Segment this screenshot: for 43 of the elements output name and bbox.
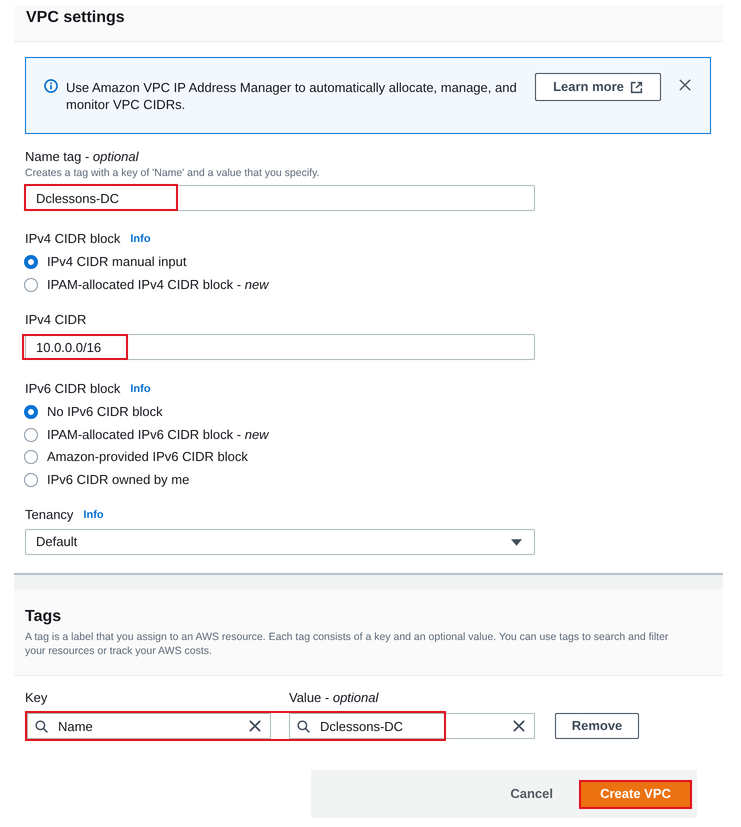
radio-button[interactable] (24, 278, 38, 292)
field-label: IPv6 CIDR block (25, 380, 120, 398)
field-label: IPv4 CIDR block (25, 230, 120, 248)
info-icon (44, 79, 58, 93)
radio-button[interactable] (24, 405, 38, 420)
remove-button[interactable]: Remove (555, 713, 639, 739)
radio-button[interactable] (24, 472, 38, 487)
radio-label[interactable]: IPv6 CIDR owned by me (47, 470, 190, 489)
info-link[interactable]: Info (83, 506, 104, 524)
search-field[interactable]: Dclessons-DC (289, 713, 535, 739)
clear-icon[interactable] (513, 720, 525, 732)
section-title: VPC settings (26, 8, 125, 28)
field-label: Tenancy (25, 506, 74, 524)
learn-more-button[interactable]: Learn more (535, 73, 661, 101)
close-icon[interactable] (679, 79, 691, 91)
section-title: Tags (25, 607, 62, 627)
text-field[interactable]: Dclessons-DC (25, 185, 535, 211)
field-description: Creates a tag with a key of 'Name' and a value that you specify. (25, 166, 320, 180)
radio-label[interactable]: IPAM-allocated IPv6 CIDR block - new (47, 426, 269, 444)
cancel-button[interactable]: Cancel (510, 784, 553, 804)
field-label: Value - optional (289, 689, 378, 707)
field-label: Name tag - optional (25, 148, 138, 166)
caret-down-icon (511, 538, 522, 546)
section-description: A tag is a label that you assign to an AWS resource. Each tag consists of a key and an optional value. You can use tags to search and filter your resources or track your AWS costs. (25, 630, 670, 658)
radio-label[interactable]: IPAM-allocated IPv4 CIDR block - new (47, 276, 269, 294)
radio-label[interactable]: IPv4 CIDR manual input (47, 253, 186, 272)
radio-button[interactable] (24, 255, 38, 270)
search-field[interactable]: Name (27, 713, 271, 739)
radio-button[interactable] (24, 428, 38, 442)
info-link[interactable]: Info (130, 380, 151, 398)
field-label: IPv4 CIDR (25, 311, 86, 329)
external-link-icon (630, 80, 643, 94)
radio-button[interactable] (24, 450, 38, 464)
search-icon (297, 720, 310, 732)
clear-icon[interactable] (249, 720, 261, 732)
text-field[interactable]: 10.0.0.0/16 (25, 334, 535, 360)
info-link[interactable]: Info (130, 230, 151, 248)
dropdown[interactable]: Default (25, 529, 535, 555)
search-icon (35, 720, 48, 732)
radio-label[interactable]: No IPv6 CIDR block (47, 403, 163, 422)
alert-message: Use Amazon VPC IP Address Manager to automatically allocate, manage, and monitor VPC CIDRs. (66, 79, 518, 113)
radio-label[interactable]: Amazon-provided IPv6 CIDR block (47, 448, 248, 466)
field-label: Key (25, 689, 48, 707)
